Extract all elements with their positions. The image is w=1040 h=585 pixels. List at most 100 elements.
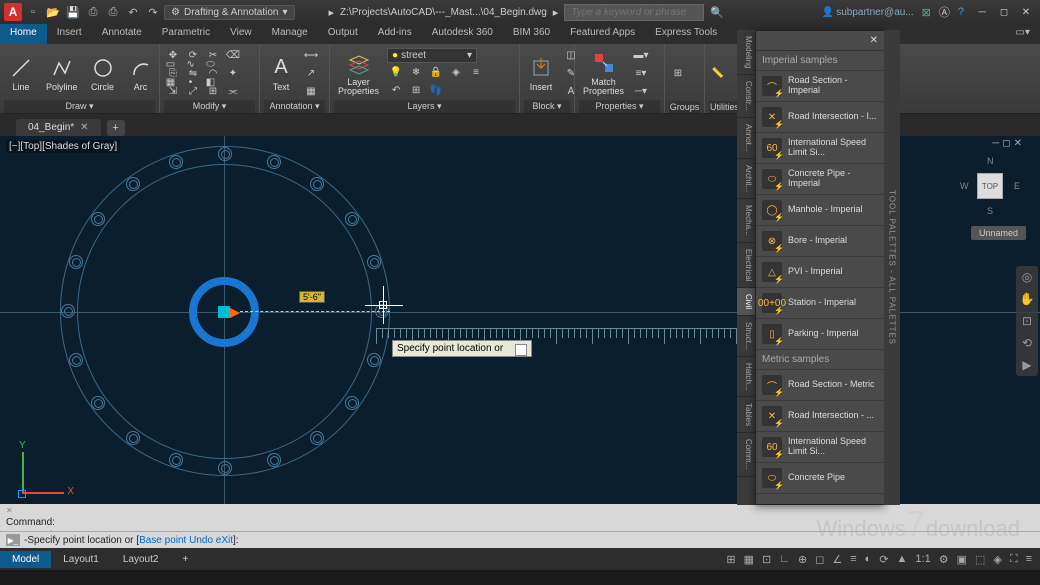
rotate-icon[interactable]: ⟳ [184,47,202,63]
ortho-toggle[interactable]: ∟ [779,553,790,565]
annomon-toggle[interactable]: ▣ [957,553,967,566]
cmd-option[interactable]: eXit [216,535,233,546]
layer-off-icon[interactable]: 💡 [387,65,405,81]
panel-title[interactable]: Layers ▾ [334,100,515,113]
redo-icon[interactable]: ↷ [146,5,160,19]
pan-icon[interactable]: ✋ [1020,292,1035,306]
arc-button[interactable]: Arc [124,53,158,94]
scale-display[interactable]: 1:1 [915,553,930,565]
palette-item[interactable]: ✕Road Intersection - I... [756,102,884,133]
zoom-extents-icon[interactable]: ⊡ [1022,314,1032,328]
palette-item[interactable]: ⬭Concrete Pipe - Imperial [756,164,884,195]
isolate-toggle[interactable]: ◈ [993,553,1001,566]
cmd-option[interactable]: Base point [139,535,186,546]
palette-item[interactable]: ◯Manhole - Imperial [756,195,884,226]
leader-icon[interactable]: ↗ [302,65,320,81]
close-tab-icon[interactable]: ✕ [80,122,88,133]
vc-face[interactable]: TOP [977,173,1003,199]
palette-item[interactable]: ⌒Road Section - Metric [756,370,884,401]
copy-icon[interactable]: ⎘ [164,65,182,81]
trim-icon[interactable]: ✂ [204,47,222,63]
cycling-toggle[interactable]: ⟳ [879,553,888,566]
pal-tab[interactable]: Hatch... [737,357,755,398]
palette-item[interactable]: ⊗Bore - Imperial [756,226,884,257]
vp-min-icon[interactable]: ─ [992,138,999,149]
workspace-dropdown[interactable]: ⚙ Drafting & Annotation ▾ [164,5,295,20]
viewport-label[interactable]: [−][Top][Shades of Gray] [6,140,120,153]
user-chip[interactable]: 👤 subpartner@au... [822,7,914,18]
stretch-icon[interactable]: ⇲ [164,83,182,99]
grid-toggle[interactable]: ▦ [744,553,754,566]
pal-tab[interactable]: Civil [737,288,755,316]
tab-featured[interactable]: Featured Apps [560,24,645,44]
tab-parametric[interactable]: Parametric [152,24,220,44]
scale-icon[interactable]: ⤢ [184,83,202,99]
autodesk-icon[interactable]: Ⓐ [939,4,950,20]
tab-a360[interactable]: Autodesk 360 [422,24,503,44]
viewcube[interactable]: N S E W TOP [960,156,1020,216]
add-layout-button[interactable]: + [170,551,200,568]
palette-item[interactable]: 60International Speed Limit Si... [756,133,884,164]
snap-toggle[interactable]: ⊡ [762,553,771,566]
annoscale-toggle[interactable]: ▲ [897,553,908,565]
pal-tab[interactable]: Tables [737,397,755,433]
layer-dropdown[interactable]: ●street▾ [387,48,477,63]
measure-icon[interactable]: 📏 [709,66,727,82]
layer-state-icon[interactable]: ⊞ [407,83,425,99]
layer-iso-icon[interactable]: ◈ [447,65,465,81]
color-dd[interactable]: ▬▾ [632,47,650,63]
polyline-button[interactable]: Polyline [42,53,82,94]
palette-close-icon[interactable]: ✕ [870,35,878,46]
vc-east[interactable]: E [1014,181,1020,191]
maximize-button[interactable]: ◻ [994,4,1014,20]
cmd-option[interactable]: Undo [189,535,213,546]
layer-freeze-icon[interactable]: ❄ [407,65,425,81]
vp-max-icon[interactable]: ◻ [1002,138,1010,149]
new-tab-button[interactable]: + [107,120,125,136]
tab-addins[interactable]: Add-ins [368,24,422,44]
workspace-toggle[interactable]: ⚙ [939,553,949,566]
table-icon[interactable]: ▦ [302,83,320,99]
palette-title-bar[interactable]: TOOL PALETTES - ALL PALETTES [884,30,900,505]
palette-item[interactable]: 60International Speed Limit Si... [756,432,884,463]
named-view-label[interactable]: Unnamed [971,226,1026,240]
showmotion-icon[interactable]: ▶ [1022,358,1031,372]
vc-west[interactable]: W [960,181,969,191]
open-icon[interactable]: 📂 [46,5,60,19]
array-icon[interactable]: ⊞ [204,83,222,99]
palette-item[interactable]: ⬭Concrete Pipe [756,463,884,494]
palette-item[interactable]: △PVI - Imperial [756,257,884,288]
tab-view[interactable]: View [220,24,262,44]
explode-icon[interactable]: ✦ [224,65,242,81]
transparency-toggle[interactable]: ◐ [865,553,872,565]
otrack-toggle[interactable]: ∠ [832,553,842,566]
pal-tab[interactable]: Comm... [737,433,755,476]
ribbon-collapse-button[interactable]: ▭▾ [1006,24,1040,44]
new-icon[interactable]: ▫ [26,5,40,19]
pal-tab[interactable]: Struct... [737,316,755,357]
dimension-icon[interactable]: ⟷ [302,47,320,63]
steering-wheel-icon[interactable]: ◎ [1022,270,1032,284]
customize-button[interactable]: ≡ [1026,553,1032,565]
panel-title[interactable]: Groups [669,101,700,113]
group-icon[interactable]: ⊞ [669,66,687,82]
move-icon[interactable]: ✥ [164,47,182,63]
osnap-toggle[interactable]: ◻ [815,553,824,566]
undo-icon[interactable]: ↶ [126,5,140,19]
layer-walk-icon[interactable]: 👣 [427,83,445,99]
vc-north[interactable]: N [987,156,994,166]
pal-tab[interactable]: Electrical [737,243,755,288]
lweight-toggle[interactable]: ≡ [850,553,856,565]
layer-properties-button[interactable]: Layer Properties [334,48,383,98]
line-button[interactable]: Line [4,53,38,94]
panel-title[interactable]: Utilities [709,101,740,113]
pal-tab[interactable]: Archit... [737,159,755,199]
palette-item[interactable]: ▯Parking - Imperial [756,319,884,350]
circle-button[interactable]: Circle [86,53,120,94]
panel-title[interactable]: Block ▾ [524,100,570,113]
tab-annotate[interactable]: Annotate [92,24,152,44]
layout-tab[interactable]: Layout1 [51,551,111,568]
orbit-icon[interactable]: ⟲ [1022,336,1032,350]
layer-match-icon[interactable]: ≡ [467,65,485,81]
command-input[interactable]: ▶_ -Specify point location or [ Base poi… [0,531,1040,548]
